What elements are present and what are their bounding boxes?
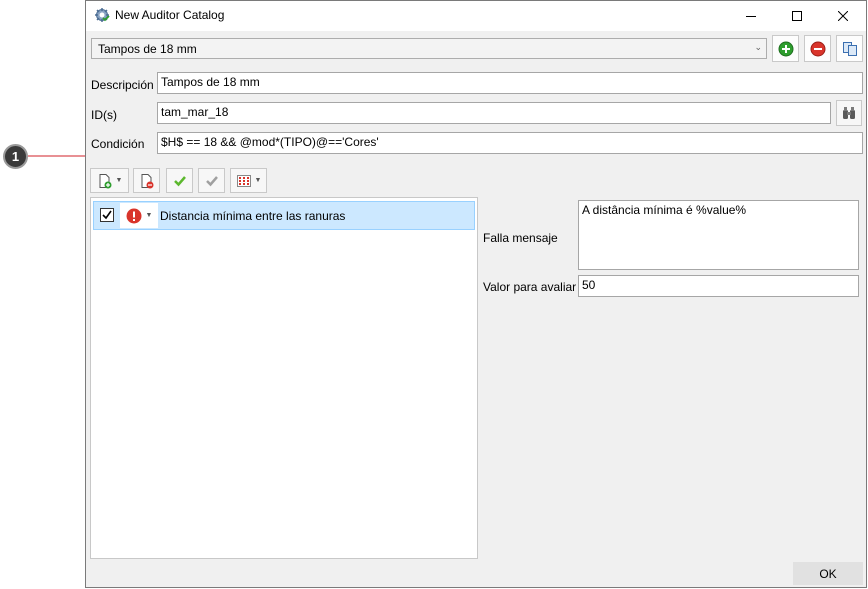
message-label: Falla mensaje	[483, 231, 558, 245]
ids-input[interactable]: tam_mar_18	[157, 102, 831, 124]
new-rule-button[interactable]: ▼	[90, 168, 129, 193]
list-item[interactable]: ▼ Distancia mínima entre las ranuras	[93, 201, 475, 230]
rules-list[interactable]: ▼ Distancia mínima entre las ranuras	[90, 197, 478, 559]
catalog-selected-value: Tampos de 18 mm	[98, 42, 197, 56]
minimize-icon	[746, 16, 756, 17]
dropdown-caret-icon: ▼	[115, 177, 123, 184]
minus-circle-icon	[810, 41, 825, 56]
remove-catalog-button[interactable]	[804, 35, 831, 62]
condition-label: Condición	[91, 137, 145, 151]
grid-dots-icon	[236, 174, 251, 187]
dropdown-caret-icon: ▼	[254, 177, 262, 184]
enable-rule-button[interactable]	[166, 168, 193, 193]
gear-check-icon	[95, 8, 110, 22]
close-button[interactable]	[820, 1, 866, 31]
copy-catalog-button[interactable]	[836, 35, 863, 62]
severity-select[interactable]: ▼	[120, 203, 158, 228]
delete-document-icon	[141, 173, 153, 188]
disable-rule-button[interactable]	[198, 168, 225, 193]
plus-circle-icon	[778, 41, 793, 56]
rule-label: Distancia mínima entre las ranuras	[160, 209, 346, 223]
ids-label: ID(s)	[91, 108, 117, 122]
grid-options-button[interactable]: ▼	[230, 168, 267, 193]
new-document-icon	[99, 173, 112, 188]
checkmark-icon	[102, 210, 112, 220]
check-green-icon	[173, 175, 186, 186]
maximize-icon	[792, 11, 802, 21]
minimize-button[interactable]	[728, 1, 774, 31]
copy-icon	[842, 41, 857, 56]
window-title: New Auditor Catalog	[115, 8, 225, 22]
description-input[interactable]: Tampos de 18 mm	[157, 72, 863, 94]
condition-input[interactable]: $H$ == 18 && @mod*(TIPO)@=='Cores'	[157, 132, 863, 154]
chevron-down-icon: ⌄	[754, 42, 762, 52]
dropdown-caret-icon: ▼	[145, 212, 153, 219]
value-input[interactable]: 50	[578, 275, 859, 297]
message-textarea[interactable]: A distância mínima é %value%	[578, 200, 859, 270]
description-label: Descripción	[91, 78, 154, 92]
binoculars-icon	[843, 107, 855, 119]
catalog-select[interactable]: Tampos de 18 mm ⌄	[91, 38, 767, 59]
check-gray-icon	[205, 175, 218, 186]
delete-rule-button[interactable]	[133, 168, 160, 193]
callout-badge: 1	[3, 144, 28, 169]
error-icon	[126, 208, 142, 223]
add-catalog-button[interactable]	[772, 35, 799, 62]
maximize-button[interactable]	[774, 1, 820, 31]
rule-checkbox[interactable]	[100, 208, 114, 222]
find-button[interactable]	[836, 100, 862, 126]
ok-button[interactable]: OK	[793, 562, 863, 585]
close-icon	[838, 11, 848, 21]
value-label: Valor para avaliar	[483, 280, 577, 294]
title-bar: New Auditor Catalog	[86, 1, 866, 31]
dialog-window: New Auditor Catalog Tampos de 18 mm ⌄ De…	[85, 0, 867, 588]
